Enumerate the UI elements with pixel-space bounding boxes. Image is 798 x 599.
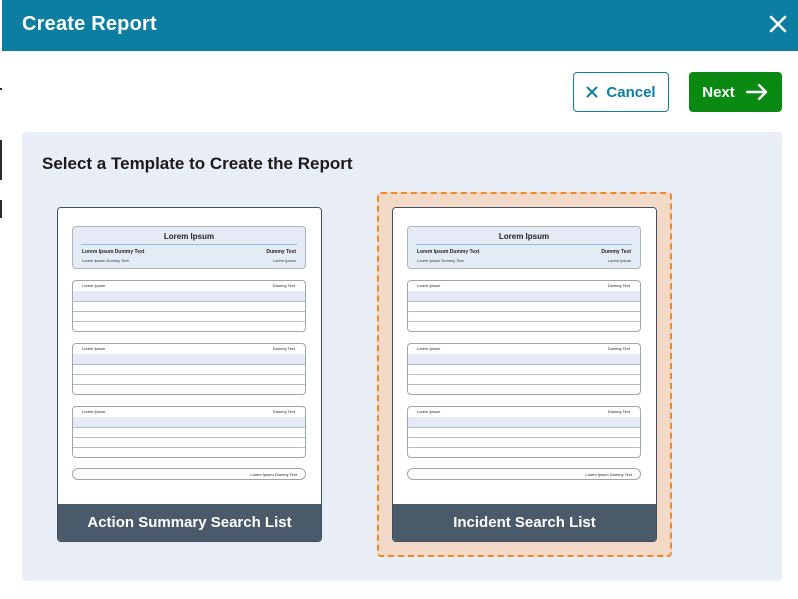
preview-table: Lorem Ipsum Dummy Text bbox=[407, 406, 641, 458]
preview-table-header: Lorem Ipsum Dummy Text bbox=[408, 281, 640, 290]
preview-divider bbox=[416, 244, 632, 245]
preview-header-row: Lorem Ipsum Dummy Text Dummy Text bbox=[417, 249, 631, 255]
preview-line bbox=[73, 447, 305, 448]
template-label: Action Summary Search List bbox=[58, 504, 321, 541]
preview-text: Lorem Ipsum bbox=[417, 409, 441, 414]
preview-line bbox=[73, 364, 305, 365]
preview-shaded-row bbox=[408, 417, 640, 427]
preview-text: Dummy Text bbox=[266, 249, 296, 255]
dialog-title: Create Report bbox=[22, 13, 157, 35]
preview-text: Lorem Ipsum Dummy Text bbox=[82, 258, 129, 263]
preview-text: Lorem Ipsum Dummy Text bbox=[82, 249, 145, 255]
preview-line bbox=[408, 427, 640, 428]
next-label: Next bbox=[702, 83, 735, 101]
preview-text: Lorem Ipsum Dummy Text bbox=[417, 258, 464, 263]
preview-text: Dummy Text bbox=[272, 283, 295, 288]
preview-text: Lorem Ipsum bbox=[82, 409, 106, 414]
create-report-dialog: Create Report Cancel Next Select a Templ… bbox=[2, 0, 798, 599]
preview-header-title: Lorem Ipsum bbox=[163, 232, 215, 241]
preview-line bbox=[73, 374, 305, 375]
preview-line bbox=[408, 437, 640, 438]
preview-footer: Lorem Ipsum Dummy Text bbox=[407, 468, 641, 480]
preview-table: Lorem Ipsum Dummy Text bbox=[72, 280, 306, 332]
preview-table-header: Lorem Ipsum Dummy Text bbox=[73, 281, 305, 290]
preview-footer: Lorem Ipsum Dummy Text bbox=[72, 468, 306, 480]
preview-text: Lorem Ipsum Dummy Text bbox=[250, 472, 297, 477]
preview-text: Dummy Text bbox=[607, 409, 630, 414]
preview-text: Lorem Ipsum bbox=[607, 258, 631, 263]
preview-table: Lorem Ipsum Dummy Text bbox=[72, 406, 306, 458]
cancel-label: Cancel bbox=[606, 83, 656, 101]
preview-header: Lorem Ipsum Lorem Ipsum Dummy Text Dummy… bbox=[407, 226, 641, 269]
preview-line bbox=[73, 384, 305, 385]
preview-shaded-row bbox=[408, 354, 640, 364]
preview-line bbox=[408, 374, 640, 375]
preview-text: Lorem Ipsum bbox=[82, 283, 106, 288]
preview-table: Lorem Ipsum Dummy Text bbox=[72, 343, 306, 395]
preview-line bbox=[408, 384, 640, 385]
template-card-incident[interactable]: Lorem Ipsum Lorem Ipsum Dummy Text Dummy… bbox=[392, 207, 657, 542]
preview-text: Dummy Text bbox=[272, 346, 295, 351]
preview-text: Dummy Text bbox=[607, 346, 630, 351]
preview-header-row: Lorem Ipsum Dummy Text Dummy Text bbox=[82, 249, 296, 255]
preview-text: Lorem Ipsum Dummy Text bbox=[417, 249, 480, 255]
preview-header-subrow: Lorem Ipsum Dummy Text Lorem Ipsum bbox=[82, 258, 296, 263]
cancel-button[interactable]: Cancel bbox=[573, 72, 669, 112]
preview-shaded-row bbox=[73, 417, 305, 427]
close-button[interactable] bbox=[766, 12, 790, 36]
preview-header-subrow: Lorem Ipsum Dummy Text Lorem Ipsum bbox=[417, 258, 631, 263]
preview-text: Lorem Ipsum bbox=[417, 283, 441, 288]
preview-table: Lorem Ipsum Dummy Text bbox=[407, 280, 641, 332]
preview-table-header: Lorem Ipsum Dummy Text bbox=[73, 407, 305, 416]
arrow-right-icon bbox=[745, 83, 769, 101]
preview-divider bbox=[81, 244, 297, 245]
preview-table: Lorem Ipsum Dummy Text bbox=[407, 343, 641, 395]
template-preview: Lorem Ipsum Lorem Ipsum Dummy Text Dummy… bbox=[58, 208, 321, 504]
preview-line bbox=[73, 311, 305, 312]
preview-line bbox=[73, 321, 305, 322]
preview-shaded-row bbox=[73, 291, 305, 301]
preview-line bbox=[73, 301, 305, 302]
panel-title: Select a Template to Create the Report bbox=[42, 154, 353, 173]
preview-table-header: Lorem Ipsum Dummy Text bbox=[408, 407, 640, 416]
preview-text: Lorem Ipsum Dummy Text bbox=[585, 472, 632, 477]
template-panel: Select a Template to Create the Report L… bbox=[22, 132, 782, 581]
preview-line bbox=[73, 427, 305, 428]
preview-text: Dummy Text bbox=[272, 409, 295, 414]
preview-line bbox=[408, 321, 640, 322]
preview-line bbox=[408, 364, 640, 365]
preview-text: Lorem Ipsum bbox=[272, 258, 296, 263]
next-button[interactable]: Next bbox=[689, 72, 782, 112]
x-icon bbox=[586, 86, 598, 98]
close-icon bbox=[769, 15, 787, 33]
preview-header-title: Lorem Ipsum bbox=[498, 232, 550, 241]
preview-text: Lorem Ipsum bbox=[82, 346, 106, 351]
preview-text: Dummy Text bbox=[607, 283, 630, 288]
preview-text: Dummy Text bbox=[601, 249, 631, 255]
template-card-action-summary[interactable]: Lorem Ipsum Lorem Ipsum Dummy Text Dummy… bbox=[57, 207, 322, 542]
template-label: Incident Search List bbox=[393, 504, 656, 541]
preview-line bbox=[408, 447, 640, 448]
preview-shaded-row bbox=[73, 354, 305, 364]
dialog-header: Create Report bbox=[2, 0, 798, 51]
preview-shaded-row bbox=[408, 291, 640, 301]
preview-line bbox=[408, 301, 640, 302]
preview-line bbox=[73, 437, 305, 438]
preview-table-header: Lorem Ipsum Dummy Text bbox=[408, 344, 640, 353]
preview-text: Lorem Ipsum bbox=[417, 346, 441, 351]
preview-line bbox=[408, 311, 640, 312]
preview-table-header: Lorem Ipsum Dummy Text bbox=[73, 344, 305, 353]
preview-header: Lorem Ipsum Lorem Ipsum Dummy Text Dummy… bbox=[72, 226, 306, 269]
template-preview: Lorem Ipsum Lorem Ipsum Dummy Text Dummy… bbox=[393, 208, 656, 504]
